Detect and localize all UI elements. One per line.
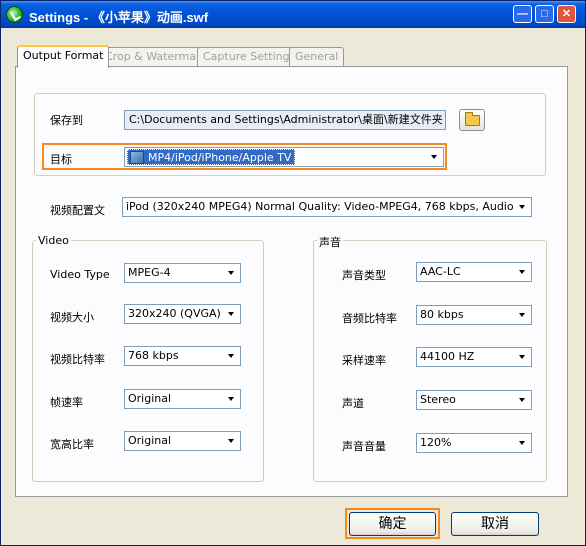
chevron-down-icon[interactable] bbox=[514, 307, 530, 323]
audio-bitrate-select[interactable]: 80 kbps bbox=[416, 305, 532, 325]
video-bitrate-label: 视频比特率 bbox=[50, 353, 105, 366]
audio-group-title: 声音 bbox=[317, 234, 343, 250]
save-to-label: 保存到 bbox=[50, 114, 83, 127]
target-selected-item: MP4/iPod/iPhone/Apple TV bbox=[127, 149, 296, 165]
settings-window: Settings - 《小苹果》动画.swf — □ ✕ Output Form… bbox=[0, 0, 586, 546]
folder-icon bbox=[465, 112, 480, 126]
chevron-down-icon[interactable] bbox=[223, 391, 239, 407]
audio-type-value: AAC-LC bbox=[420, 265, 461, 278]
frame-rate-select[interactable]: Original bbox=[124, 389, 241, 409]
chevron-down-icon[interactable] bbox=[223, 265, 239, 281]
sample-rate-select[interactable]: 44100 HZ bbox=[416, 347, 532, 367]
volume-label: 声音音量 bbox=[342, 440, 386, 453]
chevron-down-icon[interactable] bbox=[514, 264, 530, 280]
target-value: MP4/iPod/iPhone/Apple TV bbox=[148, 151, 292, 164]
audio-type-select[interactable]: AAC-LC bbox=[416, 262, 532, 282]
device-icon bbox=[130, 151, 144, 164]
output-format-panel: 保存到 C:\Documents and Settings\Administra… bbox=[15, 66, 568, 497]
video-size-select[interactable]: 320x240 (QVGA) bbox=[124, 304, 241, 324]
chevron-down-icon[interactable] bbox=[514, 392, 530, 408]
profile-value: iPod (320x240 MPEG4) Normal Quality: Vid… bbox=[126, 200, 513, 213]
aspect-ratio-label: 宽高比率 bbox=[50, 438, 94, 451]
sample-rate-value: 44100 HZ bbox=[420, 350, 475, 363]
chevron-down-icon[interactable] bbox=[426, 149, 442, 165]
channels-label: 声道 bbox=[342, 397, 364, 410]
chevron-down-icon[interactable] bbox=[514, 435, 530, 451]
frame-rate-value: Original bbox=[128, 392, 172, 405]
app-icon bbox=[6, 6, 23, 23]
volume-select[interactable]: 120% bbox=[416, 433, 532, 453]
chevron-down-icon[interactable] bbox=[514, 199, 530, 215]
tab-crop-watermark[interactable]: Crop & Watermark bbox=[99, 47, 213, 67]
tab-general[interactable]: General bbox=[289, 47, 345, 67]
title-bar[interactable]: Settings - 《小苹果》动画.swf — □ ✕ bbox=[1, 1, 585, 28]
window-title: Settings - 《小苹果》动画.swf bbox=[29, 10, 209, 25]
aspect-ratio-value: Original bbox=[128, 434, 172, 447]
save-to-field[interactable]: C:\Documents and Settings\Administrator\… bbox=[124, 110, 446, 130]
channels-value: Stereo bbox=[420, 393, 456, 406]
close-button[interactable]: ✕ bbox=[557, 5, 576, 23]
audio-type-label: 声音类型 bbox=[342, 269, 386, 282]
tab-output-format[interactable]: Output Format bbox=[17, 45, 110, 68]
volume-value: 120% bbox=[420, 436, 452, 449]
video-group-title: Video bbox=[36, 234, 71, 247]
chevron-down-icon[interactable] bbox=[223, 306, 239, 322]
audio-bitrate-label: 音频比特率 bbox=[342, 312, 397, 325]
video-type-value: MPEG-4 bbox=[128, 266, 171, 279]
video-size-value: 320x240 (QVGA) bbox=[128, 307, 221, 320]
chevron-down-icon[interactable] bbox=[223, 433, 239, 449]
minimize-button[interactable]: — bbox=[513, 5, 532, 23]
tab-capture-settings[interactable]: Capture Settings bbox=[197, 47, 302, 67]
video-size-label: 视频大小 bbox=[50, 311, 94, 324]
chevron-down-icon[interactable] bbox=[514, 349, 530, 365]
sample-rate-label: 采样速率 bbox=[342, 354, 386, 367]
audio-bitrate-value: 80 kbps bbox=[420, 308, 464, 321]
video-bitrate-value: 768 kbps bbox=[128, 349, 179, 362]
target-label: 目标 bbox=[50, 153, 72, 166]
ok-button[interactable]: 确定 bbox=[349, 512, 436, 536]
profile-label: 视频配置文 bbox=[50, 204, 105, 217]
target-select[interactable]: MP4/iPod/iPhone/Apple TV bbox=[124, 147, 444, 167]
frame-rate-label: 帧速率 bbox=[50, 396, 83, 409]
profile-select[interactable]: iPod (320x240 MPEG4) Normal Quality: Vid… bbox=[122, 197, 532, 217]
chevron-down-icon[interactable] bbox=[223, 348, 239, 364]
video-type-label: Video Type bbox=[50, 268, 110, 281]
video-type-select[interactable]: MPEG-4 bbox=[124, 263, 241, 283]
maximize-button[interactable]: □ bbox=[535, 5, 554, 23]
browse-folder-button[interactable] bbox=[459, 109, 485, 131]
channels-select[interactable]: Stereo bbox=[416, 390, 532, 410]
video-bitrate-select[interactable]: 768 kbps bbox=[124, 346, 241, 366]
cancel-button[interactable]: 取消 bbox=[451, 512, 539, 536]
aspect-ratio-select[interactable]: Original bbox=[124, 431, 241, 451]
